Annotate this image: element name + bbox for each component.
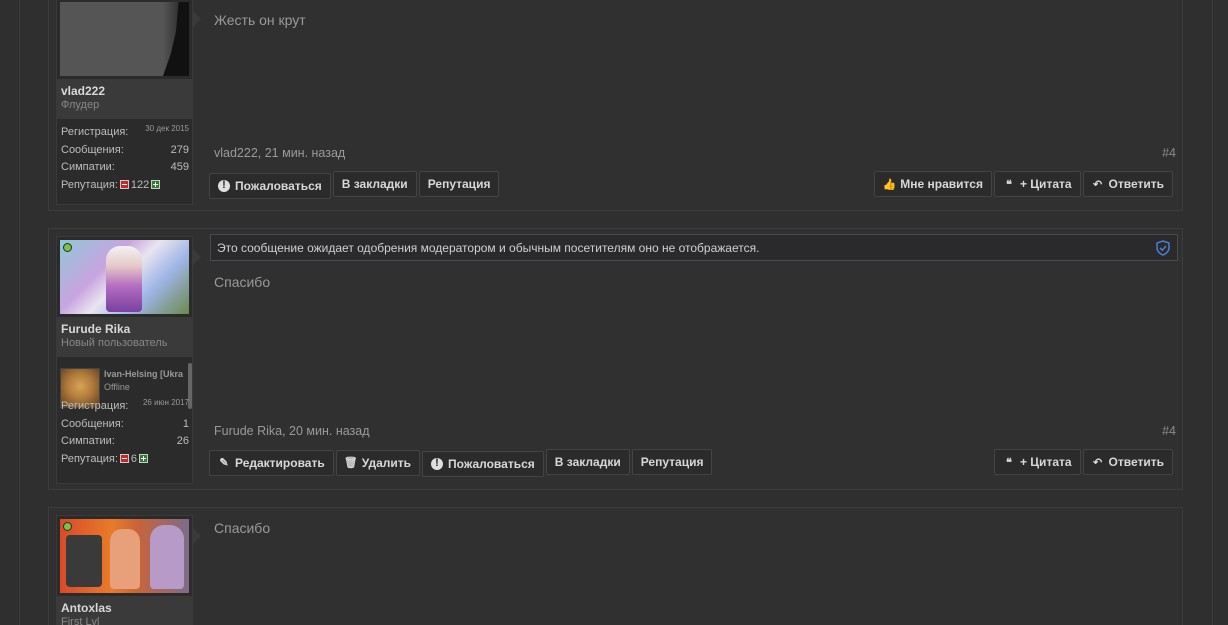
post-meta[interactable]: Furude Rika, 20 мин. назад xyxy=(214,424,370,438)
user-info: Antoxlas First Lvl xyxy=(56,515,193,625)
thumbs-up-icon: 👍 xyxy=(882,178,897,191)
like-button[interactable]: 👍 Мне нравится xyxy=(874,171,992,197)
reply-arrow-icon: ↶ xyxy=(1092,456,1103,469)
reputation-minus-icon[interactable] xyxy=(119,180,129,189)
user-nameplate: Antoxlas First Lvl xyxy=(57,596,192,625)
quote-icon: ❝ xyxy=(1005,178,1012,191)
message-text: Спасибо xyxy=(214,520,271,536)
moderation-notice-text: Это сообщение ожидает одобрения модерато… xyxy=(217,241,760,255)
report-button[interactable]: ! Пожаловаться xyxy=(209,172,331,199)
bookmark-button[interactable]: В закладки xyxy=(332,171,417,197)
linked-status: Offline xyxy=(104,382,130,392)
user-nameplate: vlad222 Флудер xyxy=(57,79,192,119)
avatar[interactable] xyxy=(60,519,189,593)
registration-value: 26 июн 2017 xyxy=(142,398,189,407)
post-antoxlas: Antoxlas First Lvl Спасибо xyxy=(48,507,1183,625)
quote-icon: ❝ xyxy=(1005,456,1012,469)
post-number[interactable]: #4 xyxy=(1162,146,1176,160)
pencil-icon: ✎ xyxy=(219,457,229,469)
messages-label: Сообщения: xyxy=(61,417,124,430)
registration-label: Регистрация: xyxy=(61,400,129,412)
reputation-minus-icon[interactable] xyxy=(119,454,129,463)
quote-button[interactable]: ❝ + Цитата xyxy=(993,171,1081,197)
user-stats: Регистрация: 26 июн 2017 Сообщения: 1 Симп… xyxy=(61,398,189,468)
online-indicator-icon xyxy=(63,243,72,252)
likes-label: Симпатии: xyxy=(61,435,115,447)
registration-value: 30 дек 2015 xyxy=(145,124,189,133)
post-actions-left: ! Пожаловаться В закладки Репутация xyxy=(209,171,501,199)
bookmark-button[interactable]: В закладки xyxy=(545,449,630,475)
user-title: Флудер xyxy=(61,99,100,111)
user-info: vlad222 Флудер Регистрация: 30 дек 2015 С… xyxy=(56,0,193,205)
warning-icon: ! xyxy=(218,179,230,192)
warning-icon: ! xyxy=(431,457,444,470)
online-indicator-icon xyxy=(63,522,72,531)
shield-icon xyxy=(1156,240,1170,256)
bubble-arrow xyxy=(193,11,201,27)
reputation-button[interactable]: Репутация xyxy=(418,171,500,197)
post-actions-left: ✎ Редактировать 🗑 Удалить! Пожаловаться В зак… xyxy=(209,449,714,477)
edit-button[interactable]: ✎ Редактировать xyxy=(209,449,334,476)
reply-button[interactable]: ↶ Ответить xyxy=(1082,449,1173,475)
user-title: First Lvl xyxy=(61,616,100,625)
username[interactable]: Antoxlas xyxy=(61,601,192,615)
user-stats: Регистрация: 30 дек 2015 Сообщения: 279 Си… xyxy=(61,124,189,194)
reputation-label: Репутация: xyxy=(61,178,118,191)
reply-arrow-icon: ↶ xyxy=(1092,178,1103,191)
linked-name[interactable]: Ivan-Helsing [Ukra xyxy=(104,369,188,379)
messages-value[interactable]: 279 xyxy=(171,144,189,156)
avatar[interactable] xyxy=(60,240,189,314)
user-title: Новый пользователь xyxy=(61,337,168,349)
trash-icon: 🗑 xyxy=(343,457,358,469)
messages-value[interactable]: 1 xyxy=(183,418,189,430)
post-meta[interactable]: vlad222, 21 мин. назад xyxy=(214,146,345,160)
likes-value: 26 xyxy=(176,435,189,447)
message-text: Спасибо xyxy=(214,274,271,290)
post-number[interactable]: #4 xyxy=(1162,424,1176,438)
delete-button[interactable]: 🗑 Удалить xyxy=(335,449,421,476)
bubble-arrow xyxy=(193,249,201,265)
username[interactable]: vlad222 xyxy=(61,84,192,98)
thread-view: vlad222 Флудер Регистрация: 30 дек 2015 С… xyxy=(0,0,1228,625)
page-border-right xyxy=(1212,0,1213,625)
messages-label: Сообщения: xyxy=(61,143,124,156)
reputation-label: Репутация: xyxy=(61,452,118,465)
user-info: Furude Rika Новый пользователь Ivan-Hels… xyxy=(56,236,193,484)
reputation-plus-icon[interactable] xyxy=(139,454,149,463)
moderation-notice: Это сообщение ожидает одобрения модерато… xyxy=(210,234,1178,261)
report-button[interactable]: ! Пожаловаться xyxy=(422,450,544,477)
likes-value: 459 xyxy=(170,161,189,173)
registration-label: Регистрация: xyxy=(61,126,129,138)
bubble-arrow xyxy=(193,528,201,544)
reply-button[interactable]: ↶ Ответить xyxy=(1082,171,1173,197)
avatar[interactable] xyxy=(60,2,189,76)
reputation-plus-icon[interactable] xyxy=(151,180,161,189)
username[interactable]: Furude Rika xyxy=(61,322,192,336)
post-actions-right: 👍 Мне нравится ❝ + Цитата ↶ Ответить xyxy=(874,171,1175,197)
post-furude-rika: Furude Rika Новый пользователь Ivan-Hels… xyxy=(48,228,1183,490)
reputation-button[interactable]: Репутация xyxy=(631,449,713,475)
message-text: Жесть он крут xyxy=(214,12,306,28)
user-nameplate: Furude Rika Новый пользователь xyxy=(57,317,192,357)
post-actions-right: ❝ + Цитата ↶ Ответить xyxy=(993,449,1175,475)
reputation-value: 6 xyxy=(130,452,138,465)
page-border-left xyxy=(19,0,20,625)
post-vlad222: vlad222 Флудер Регистрация: 30 дек 2015 С… xyxy=(48,0,1183,211)
quote-button[interactable]: ❝ + Цитата xyxy=(993,449,1081,475)
reputation-value: 122 xyxy=(130,178,150,191)
likes-label: Симпатии: xyxy=(61,161,115,173)
